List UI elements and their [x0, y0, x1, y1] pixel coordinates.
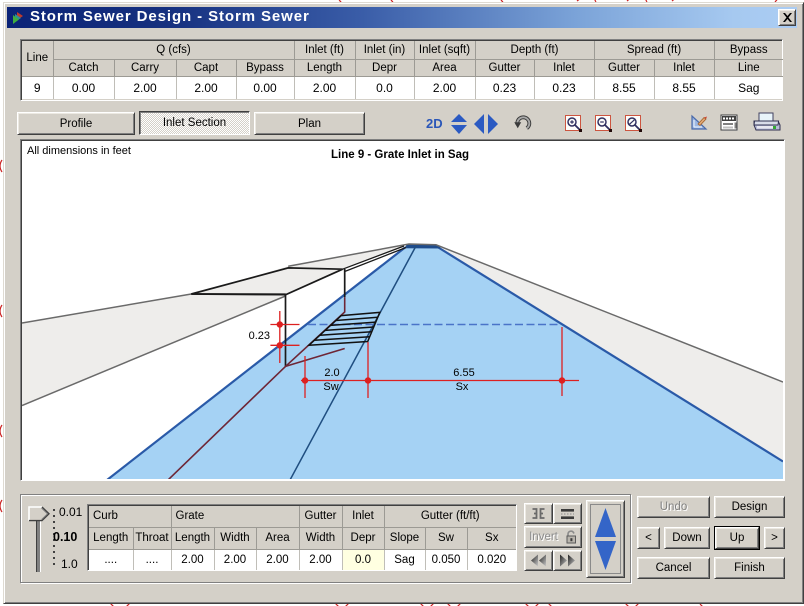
svg-text:2.0: 2.0	[324, 367, 339, 379]
svg-text:Sx: Sx	[456, 381, 469, 393]
svg-text:6.55: 6.55	[453, 367, 474, 379]
svg-text:Line 9 - Grate Inlet in Sag: Line 9 - Grate Inlet in Sag	[331, 149, 469, 161]
svg-text:All dimensions in feet: All dimensions in feet	[27, 145, 131, 157]
svg-text:0.23: 0.23	[249, 330, 270, 342]
svg-text:Sw: Sw	[323, 381, 338, 393]
